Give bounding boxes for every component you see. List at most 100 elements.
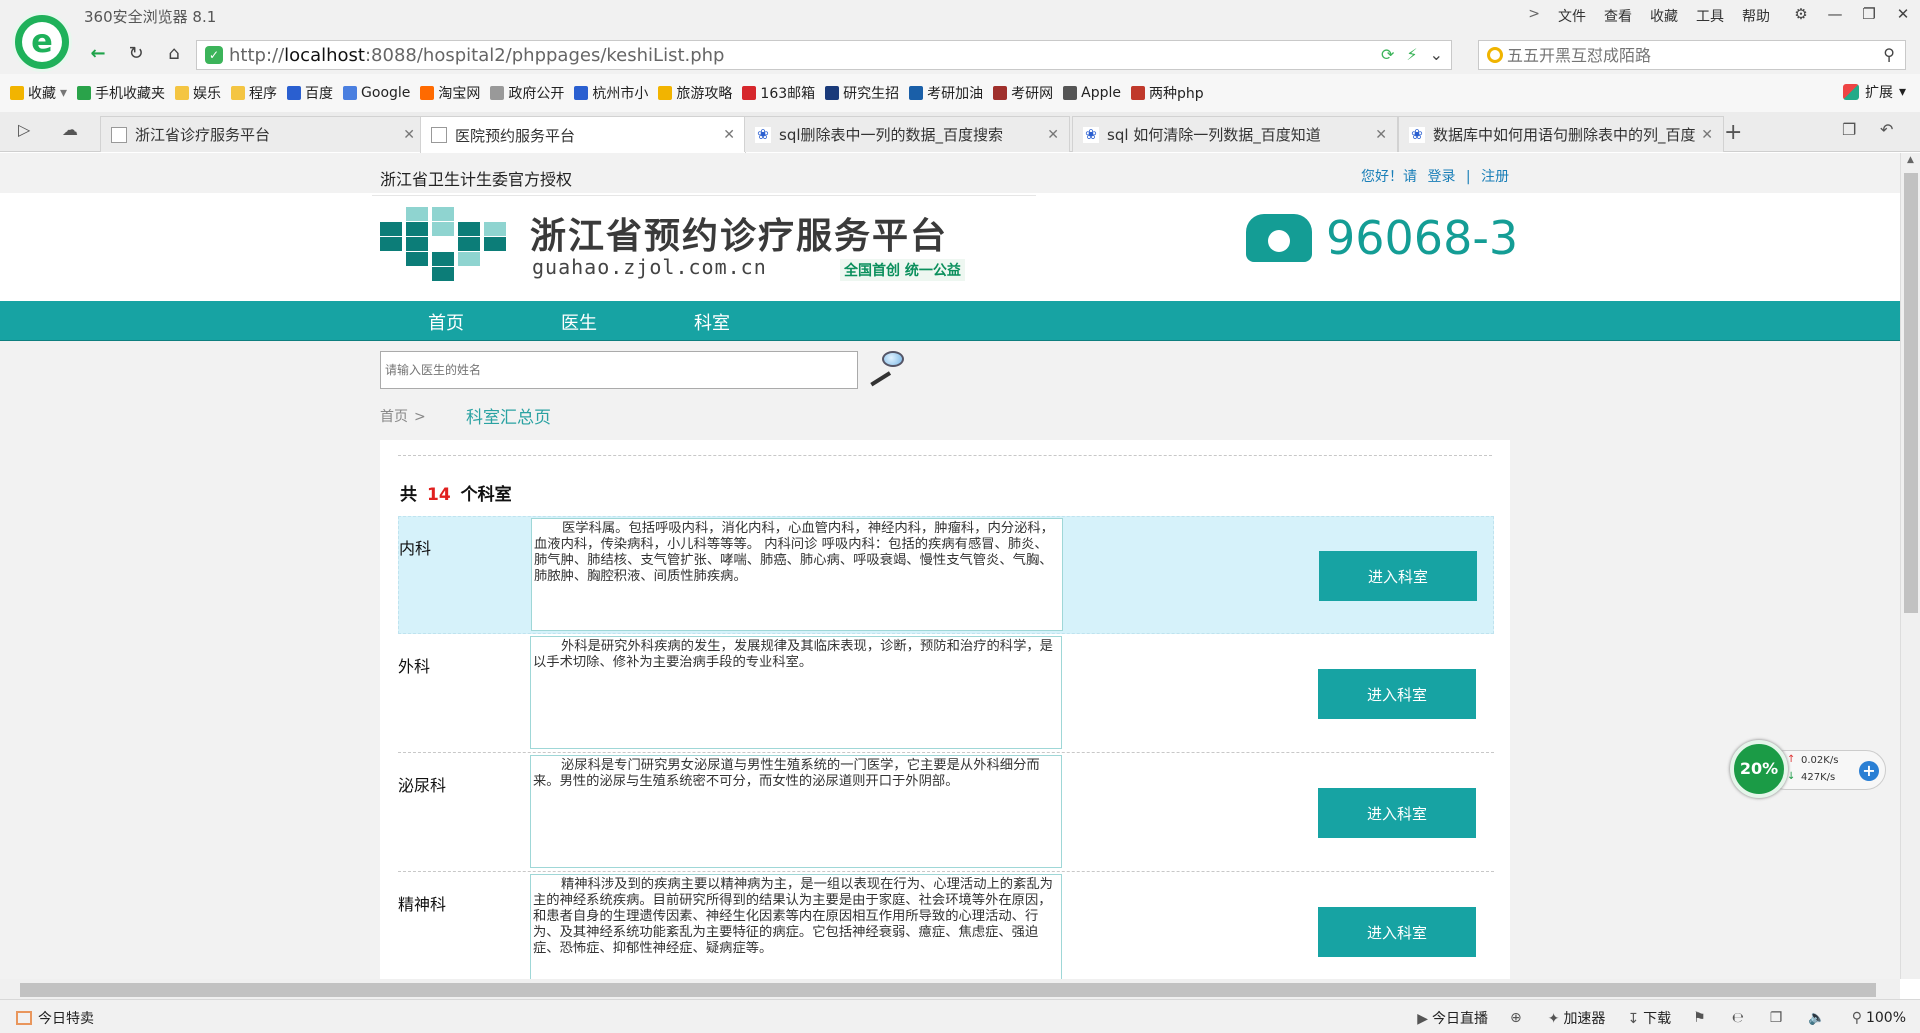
speed-plus-icon[interactable]: + <box>1859 761 1879 781</box>
close-tab-icon[interactable]: ✕ <box>403 127 415 143</box>
skin-icon[interactable]: ⚙ <box>1784 0 1818 28</box>
chevron-down-icon[interactable]: ▾ <box>60 85 67 101</box>
new-tab-button[interactable]: + <box>1724 120 1742 145</box>
search-engine-box[interactable]: ⚲ <box>1478 40 1906 70</box>
cloud-icon[interactable]: ☁ <box>62 120 78 139</box>
close-tab-icon[interactable]: ✕ <box>723 127 735 143</box>
minimize-button[interactable]: — <box>1818 0 1852 28</box>
tab-strip: ▷ ☁ 浙江省诊疗服务平台 ✕ 医院预约服务平台 ✕ ❀ sql删除表中一列的数据_百度搜… <box>0 112 1920 153</box>
download-arrow-icon: ↓ <box>1787 771 1796 782</box>
menu-view[interactable]: 查看 <box>1604 6 1632 26</box>
close-tab-icon[interactable]: ✕ <box>1047 127 1059 143</box>
browser-tab[interactable]: 浙江省诊疗服务平台 ✕ <box>100 116 426 152</box>
official-authorization: 浙江省卫生计生委官方授权 <box>380 170 573 189</box>
doctor-search-input[interactable] <box>380 351 858 389</box>
sidebar-toggle-icon[interactable]: ▷ <box>18 120 30 139</box>
department-description[interactable]: 泌尿科是专门研究男女泌尿道与男性生殖系统的一门医学，它主要是从外科细分而来。男性… <box>530 755 1062 868</box>
vertical-scrollbar[interactable]: ▲ <box>1900 153 1920 979</box>
search-input[interactable] <box>1507 45 1847 65</box>
window-icon[interactable]: ❐ <box>1770 1010 1787 1026</box>
browser-tab[interactable]: ❀ 数据库中如何用语句删除表中的列_百度 ✕ <box>1398 116 1724 152</box>
horizontal-scrollbar[interactable] <box>0 979 1900 999</box>
menu-favorites[interactable]: 收藏 <box>1650 6 1678 26</box>
flag-icon[interactable]: ⚑ <box>1693 1010 1710 1026</box>
refresh-icon[interactable]: ⟳ <box>1381 45 1394 64</box>
bookmark-item[interactable]: Google <box>343 85 410 101</box>
tab-list-icon[interactable]: ❐ <box>1842 120 1856 139</box>
bookmark-item[interactable]: 旅游攻略 <box>658 83 732 103</box>
site-logo[interactable]: 浙江省预约诊疗服务平台 guahao.zjol.com.cn 全国首创 统一公益 <box>380 203 1020 283</box>
vertical-scroll-thumb[interactable] <box>1904 173 1918 613</box>
bookmark-item[interactable]: 政府公开 <box>490 83 564 103</box>
ie-icon[interactable]: ℮ <box>1732 1010 1748 1026</box>
network-speed-widget[interactable]: 20% ↑ 0.02K/s ↓ 427K/s + <box>1730 740 1888 798</box>
menu-help[interactable]: 帮助 <box>1742 6 1770 26</box>
bookmark-item[interactable]: 研究生招 <box>825 83 899 103</box>
accelerator-button[interactable]: ✦ 加速器 <box>1548 1008 1606 1028</box>
back-arrow-icon[interactable]: ← <box>84 40 112 68</box>
bookmark-item[interactable]: 淘宝网 <box>420 83 480 103</box>
nav-departments[interactable]: 科室 <box>694 309 730 335</box>
daily-deals[interactable]: 今日特卖 <box>16 1008 94 1028</box>
hotline-number: 96068-3 <box>1326 211 1519 265</box>
chevron-right-icon[interactable]: > <box>1528 6 1540 26</box>
menu-tools[interactable]: 工具 <box>1696 6 1724 26</box>
live-button[interactable]: ▶ 今日直播 <box>1417 1008 1488 1028</box>
magnifier-icon[interactable] <box>866 349 910 387</box>
bookmark-item[interactable]: 程序 <box>231 83 277 103</box>
url-bar[interactable]: ✓ http://localhost:8088/hospital2/phppag… <box>196 40 1452 70</box>
search-icon[interactable]: ⚲ <box>1883 45 1895 64</box>
department-description[interactable]: 医学科属。包括呼吸内科，消化内科，心血管内科，神经内科，肿瘤科，内分泌科，血液内… <box>531 518 1063 631</box>
gift-icon <box>16 1011 32 1025</box>
extensions-button[interactable]: 扩展 ▾ <box>1842 82 1906 102</box>
upload-speed: 0.02K/s <box>1801 755 1839 766</box>
close-button[interactable]: ✕ <box>1886 0 1920 28</box>
login-link[interactable]: 登录 <box>1427 169 1455 185</box>
horizontal-scroll-thumb[interactable] <box>20 983 1876 997</box>
breadcrumb-home[interactable]: 首页 <box>380 409 408 425</box>
bookmark-item[interactable]: 考研网 <box>993 83 1053 103</box>
bookmark-icon <box>287 86 302 100</box>
reload-icon[interactable]: ↻ <box>122 40 150 68</box>
enter-department-button[interactable]: 进入科室 <box>1318 788 1476 838</box>
bookmark-icon <box>1063 86 1078 100</box>
enter-department-button[interactable]: 进入科室 <box>1319 551 1477 601</box>
baidu-paw-icon: ❀ <box>755 126 771 143</box>
menu-bar: > 文件 查看 收藏 工具 帮助 <box>1528 6 1770 26</box>
department-count: 14 <box>427 485 451 505</box>
zoom-button[interactable]: ⚲ 100% <box>1852 1010 1906 1026</box>
close-tab-icon[interactable]: ✕ <box>1701 127 1713 143</box>
lightning-icon[interactable]: ⚡ <box>1406 45 1417 64</box>
maximize-button[interactable]: ❐ <box>1852 0 1886 28</box>
network-icon[interactable]: ⊕ <box>1510 1010 1526 1026</box>
bookmark-item[interactable]: 收藏 ▾ <box>10 83 67 103</box>
bookmark-item[interactable]: 163邮箱 <box>742 83 815 103</box>
volume-icon[interactable]: 🔈 <box>1808 1010 1829 1026</box>
bookmark-item[interactable]: 考研加油 <box>909 83 983 103</box>
nav-doctors[interactable]: 医生 <box>561 309 597 335</box>
bookmark-item[interactable]: Apple <box>1063 85 1121 101</box>
department-description[interactable]: 外科是研究外科疾病的发生，发展规律及其临床表现，诊断，预防和治疗的科学，是以手术… <box>530 636 1062 749</box>
home-icon[interactable]: ⌂ <box>160 40 188 68</box>
bookmark-item[interactable]: 手机收藏夹 <box>77 83 165 103</box>
chevron-down-icon[interactable]: ⌄ <box>1430 45 1443 64</box>
enter-department-button[interactable]: 进入科室 <box>1318 907 1476 957</box>
url-text[interactable]: http://localhost:8088/hospital2/phppages… <box>229 45 725 66</box>
bookmark-item[interactable]: 百度 <box>287 83 333 103</box>
download-button[interactable]: ↧ 下载 <box>1627 1008 1671 1028</box>
browser-tab[interactable]: ❀ sql 如何清除一列数据_百度知道 ✕ <box>1072 116 1398 152</box>
close-tab-icon[interactable]: ✕ <box>1375 127 1387 143</box>
nav-home[interactable]: 首页 <box>428 309 464 335</box>
browser-tab[interactable]: ❀ sql删除表中一列的数据_百度搜索 ✕ <box>744 116 1070 152</box>
undo-close-icon[interactable]: ↶ <box>1880 120 1893 139</box>
bookmark-item[interactable]: 杭州市小 <box>574 83 648 103</box>
department-description[interactable]: 精神科涉及到的疾病主要以精神病为主，是一组以表现在行为、心理活动上的紊乱为主的神… <box>530 874 1062 979</box>
bookmark-item[interactable]: 娱乐 <box>175 83 221 103</box>
menu-file[interactable]: 文件 <box>1558 6 1586 26</box>
department-total: 共 14 个科室 <box>400 485 512 505</box>
scroll-up-icon[interactable]: ▲ <box>1907 155 1914 165</box>
browser-tab[interactable]: 医院预约服务平台 ✕ <box>420 116 746 153</box>
enter-department-button[interactable]: 进入科室 <box>1318 669 1476 719</box>
register-link[interactable]: 注册 <box>1481 169 1509 185</box>
bookmark-item[interactable]: 两种php <box>1131 83 1204 103</box>
